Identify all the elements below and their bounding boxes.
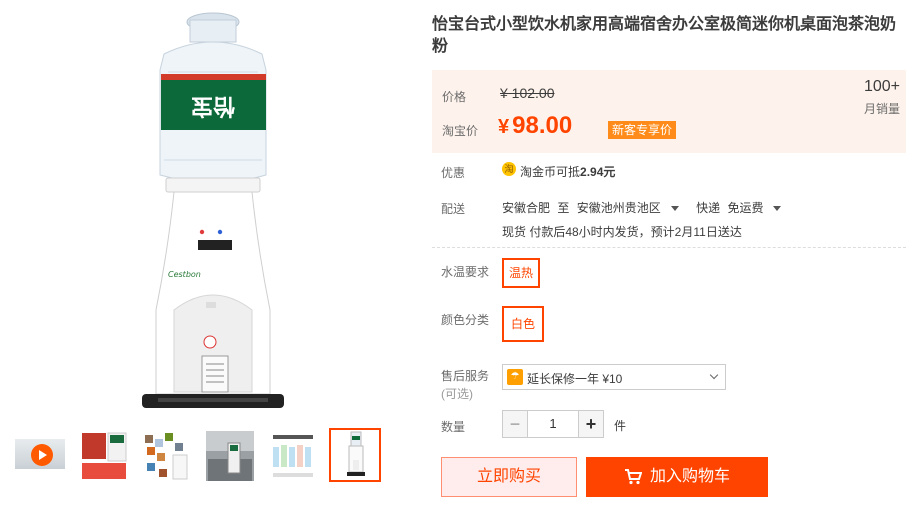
thumbnail-5[interactable]	[266, 428, 318, 482]
ship-to-dropdown[interactable]: 安徽池州贵池区	[577, 201, 689, 215]
add-to-cart-button[interactable]: 加入购物车	[586, 457, 768, 497]
thumbnail-3[interactable]	[140, 428, 192, 482]
current-price-value: 98.00	[512, 112, 573, 139]
cart-icon	[624, 468, 642, 484]
quantity-minus-button[interactable]: −	[502, 410, 528, 438]
buy-now-button[interactable]: 立即购买	[441, 457, 577, 497]
chevron-down-icon	[670, 206, 679, 212]
thumbnail-2[interactable]	[77, 428, 129, 482]
original-price: ¥ 102.00	[500, 85, 555, 101]
current-price: ¥98.00	[498, 112, 572, 140]
ship-to: 安徽池州贵池区	[576, 201, 661, 215]
after-sale-value: 延长保修一年 ¥10	[527, 372, 623, 386]
chevron-down-icon	[709, 370, 719, 380]
shipping-note: 现货 付款后48小时内发货，预计2月11日送达	[502, 225, 742, 239]
newbie-price-tag: 新客专享价	[608, 121, 677, 139]
quantity-unit: 件	[614, 419, 627, 433]
after-sale-select[interactable]: ☂ 延长保修一年 ¥10	[502, 364, 726, 390]
color-option-white[interactable]: 白色	[502, 306, 544, 342]
monthly-sales: 100+ 月销量	[864, 78, 900, 117]
coin-discount-amount: 2.94元	[580, 165, 616, 179]
thumbnail-6-selected[interactable]	[329, 428, 381, 482]
after-sale-optional: (可选)	[441, 387, 473, 401]
shipping-label: 配送	[441, 202, 466, 216]
discount-label: 优惠	[441, 166, 466, 180]
video-thumbnail[interactable]	[14, 428, 66, 482]
thumbnail-4[interactable]	[203, 428, 255, 482]
quantity-label: 数量	[441, 420, 466, 434]
quantity-plus-button[interactable]: +	[578, 410, 604, 438]
sales-label: 月销量	[863, 102, 900, 116]
ship-from: 安徽合肥	[502, 201, 551, 215]
machine-brand-text: Cestbon	[168, 270, 201, 279]
water-temp-option-warm[interactable]: 温热	[502, 258, 540, 288]
ship-method-dropdown[interactable]: 快递 免运费	[696, 201, 791, 215]
taobao-price-label: 淘宝价	[442, 124, 479, 138]
ship-to-word: 至	[557, 201, 570, 215]
play-icon[interactable]	[31, 444, 53, 466]
coin-discount-prefix: 淘金币可抵	[520, 165, 581, 179]
currency-symbol: ¥	[498, 116, 510, 138]
after-sale-label: 售后服务	[441, 369, 490, 383]
sales-count: 100+	[863, 78, 900, 95]
water-temp-label: 水温要求	[441, 265, 490, 279]
main-product-image[interactable]: 怡宝 Cestbon	[128, 10, 298, 412]
product-title: 怡宝台式小型饮水机家用高端宿舍办公室极简迷你机桌面泡茶泡奶粉	[432, 16, 897, 55]
thumbnail-strip	[14, 428, 384, 484]
chevron-down-icon	[773, 206, 782, 212]
section-divider	[432, 247, 906, 248]
quantity-stepper: − 1 +	[502, 410, 604, 438]
shipping-row: 安徽合肥 至 安徽池州贵池区 快递 免运费	[502, 199, 795, 216]
add-to-cart-label: 加入购物车	[649, 468, 730, 485]
taobao-coin-icon: 淘	[502, 162, 516, 176]
quantity-input[interactable]: 1	[527, 410, 579, 438]
coin-discount-text: 淘金币可抵2.94元	[520, 163, 615, 180]
original-price-label: 价格	[442, 90, 467, 104]
color-label: 颜色分类	[441, 313, 490, 327]
bottle-label-text: 怡宝	[191, 93, 235, 119]
ship-fee: 免运费	[727, 201, 764, 215]
umbrella-icon: ☂	[507, 369, 523, 385]
price-panel: 价格 ¥ 102.00 淘宝价 ¥98.00 新客专享价 100+ 月销量	[432, 70, 906, 153]
ship-method: 快递	[696, 201, 721, 215]
